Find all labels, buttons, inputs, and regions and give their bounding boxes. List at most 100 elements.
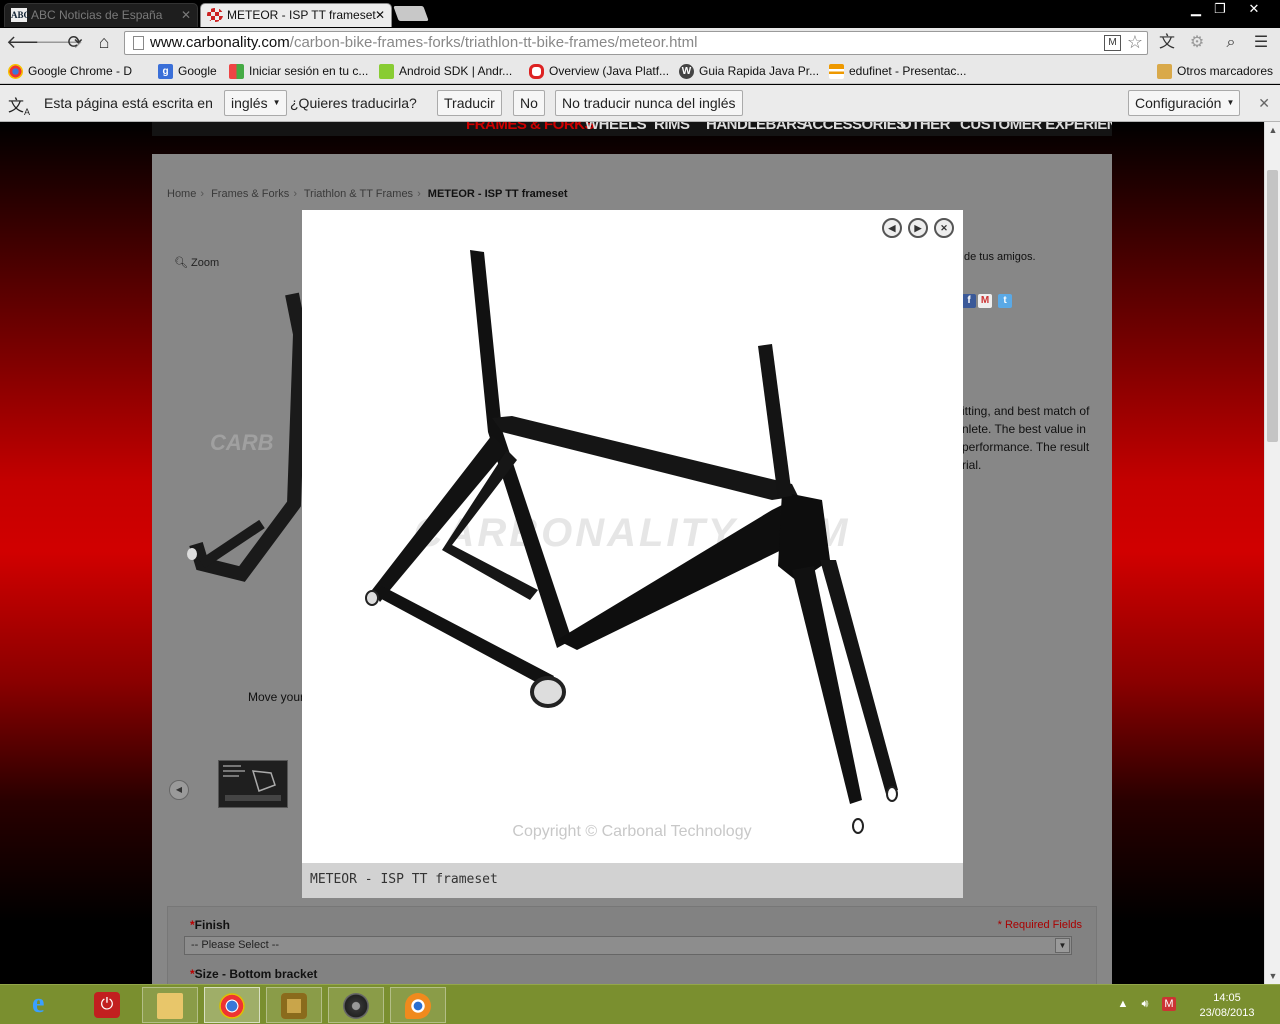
new-tab-button[interactable] [393,6,429,21]
nav-rims[interactable]: RIMS [654,122,690,133]
browser-toolbar: 🡐 🡒 ⟳ ⌂ www.carbonality.com/carbon-bike-… [0,28,1280,58]
close-icon[interactable]: ✕ [1258,95,1270,112]
bookmark-iniciar-sesion[interactable]: Iniciar sesión en tu c... [229,62,368,80]
search-icon[interactable]: ⌕ [1220,32,1242,54]
extension-icon[interactable]: M [1104,35,1121,51]
lightbox-caption: METEOR - ISP TT frameset [310,872,498,887]
media-app[interactable] [266,987,322,1023]
reload-icon[interactable]: ⟳ [64,32,86,54]
volume-icon[interactable]: 🔊︎ [1138,997,1152,1011]
extension-gear-icon[interactable]: ⚙ [1186,32,1208,54]
close-icon[interactable]: ✕ [375,4,385,26]
minimize-icon[interactable]: ▁ [1184,2,1208,18]
tray-expand-icon[interactable]: ▲ [1116,997,1130,1011]
nav-other[interactable]: OTHER [900,122,951,133]
zoom-link[interactable]: 🔍︎ Zoom [174,256,219,269]
nav-accessories[interactable]: ACCESSORIES [802,122,906,133]
settings-button[interactable]: Configuración ▼ [1128,90,1241,116]
google-icon: g [158,64,173,79]
chrome-icon [219,993,245,1019]
scrollbar-thumb[interactable] [1267,170,1278,442]
twitter-icon[interactable]: t [998,294,1012,308]
bookmark-java-overview[interactable]: Overview (Java Platf... [529,62,669,80]
breadcrumb-home[interactable]: Home [167,188,196,200]
finish-select[interactable]: -- Please Select -- ▼ [184,936,1072,955]
bookmark-google-chrome[interactable]: Google Chrome - D [8,62,132,80]
nav-frames-forks[interactable]: FRAMES & FORKS [466,122,595,133]
tab-meteor[interactable]: METEOR - ISP TT frameset ✕ [200,3,392,27]
shutdown-app[interactable]: ⏻ [80,987,136,1023]
language-select[interactable]: inglés ▼ [224,90,287,116]
forward-icon[interactable]: 🡒 [35,32,83,54]
bookmark-google[interactable]: g Google [158,62,217,80]
lightbox-close-icon[interactable]: ✕ [934,218,954,238]
internet-explorer-app[interactable]: e [18,987,74,1023]
no-button[interactable]: No [513,90,545,116]
abc-favicon-icon: ABC [11,8,31,22]
close-window-icon[interactable]: ✕ [1242,2,1266,18]
product-description: itting, and best match of nlete. The bes… [962,404,1090,472]
chevron-down-icon: ▼ [1055,938,1070,953]
back-icon[interactable]: 🡐 [6,32,54,54]
translate-icon: 文A [8,98,31,118]
product-thumbnail[interactable] [218,760,288,808]
facebook-icon[interactable]: f [962,294,976,308]
url-text[interactable]: www.carbonality.com/carbon-bike-frames-f… [150,34,697,51]
folder-icon [157,993,183,1019]
translate-icon[interactable]: 文 [1156,32,1178,54]
breadcrumb-frames-forks[interactable]: Frames & Forks [211,188,289,200]
never-translate-button[interactable]: No traducir nunca del inglés [555,90,743,116]
translate-infobar: 文A Esta página está escrita en inglés ▼ ¿… [0,85,1280,122]
restore-icon[interactable]: ❐ [1208,2,1232,18]
site-navigation: FRAMES & FORKS WHEELS RIMS HANDLEBARS AC… [152,122,1112,136]
tab-abc-noticias[interactable]: ABC ABC Noticias de España ✕ [4,3,198,27]
svg-text:CARB: CARB [210,430,274,455]
blender-icon [405,993,431,1019]
gmail-icon[interactable]: M [978,294,992,308]
chrome-app[interactable] [204,987,260,1023]
home-icon[interactable]: ⌂ [93,32,115,54]
wordpress-icon: W [679,64,694,79]
translate-button[interactable]: Traducir [437,90,502,116]
tab-title: ABC Noticias de España [31,8,163,22]
edufinet-icon [829,64,844,79]
bookmark-android-sdk[interactable]: Android SDK | Andr... [379,62,512,80]
product-image-behind-overlay[interactable]: CARB [182,274,302,674]
image-lightbox: CARBONALITY.COM Copyright © Carbonal Tec… [302,210,963,898]
translate-prefix-text: Esta página está escrita en [44,95,213,111]
lightbox-caption-bar: METEOR - ISP TT frameset [302,863,963,898]
security-shield-icon[interactable]: M [1162,997,1176,1011]
bookmark-edufinet[interactable]: edufinet - Presentac... [829,62,966,80]
chrome-icon [8,64,23,79]
file-explorer-app[interactable] [142,987,198,1023]
nav-wheels[interactable]: WHEELS [585,122,647,133]
close-icon[interactable]: ✕ [181,4,191,26]
scroll-down-icon[interactable]: ▼ [1265,968,1280,984]
bookmark-guia-java[interactable]: W Guia Rapida Java Pr... [679,62,819,80]
scroll-up-icon[interactable]: ▲ [1265,122,1280,138]
finish-label: *Finish [190,918,231,932]
nav-handlebars[interactable]: HANDLEBARS [706,122,807,133]
microsoft-icon [229,64,244,79]
blender-app[interactable] [390,987,446,1023]
wrench-menu-icon[interactable]: ☰ [1250,32,1272,54]
lightbox-next-icon[interactable]: ▶ [908,218,928,238]
meteor-frame-image[interactable]: CARBONALITY.COM Copyright © Carbonal Tec… [302,210,963,863]
bookmark-otros-marcadores[interactable]: Otros marcadores [1157,62,1273,80]
thumbnail-prev-icon[interactable]: ◀ [169,780,189,800]
copyright-text: Copyright © Carbonal Technology [512,823,751,840]
page-icon [133,36,144,50]
breadcrumb: Home › Frames & Forks › Triathlon & TT Fra… [167,188,568,200]
translate-question-text: ¿Quieres traducirla? [290,95,417,111]
lightbox-prev-icon[interactable]: ◀ [882,218,902,238]
android-icon [379,64,394,79]
bookmark-star-icon[interactable]: ☆ [1127,32,1143,53]
system-clock[interactable]: 14:05 23/08/2013 [1192,991,1262,1021]
nav-customer-experience[interactable]: CUSTOMER EXPERIENCE [960,122,1112,133]
address-bar[interactable]: www.carbonality.com/carbon-bike-frames-f… [124,31,1148,55]
audio-app[interactable] [328,987,384,1023]
breadcrumb-triathlon[interactable]: Triathlon & TT Frames [304,188,413,200]
page-scrollbar[interactable]: ▲ ▼ [1264,122,1280,984]
power-icon: ⏻ [94,992,120,1018]
speaker-app-icon [343,993,369,1019]
